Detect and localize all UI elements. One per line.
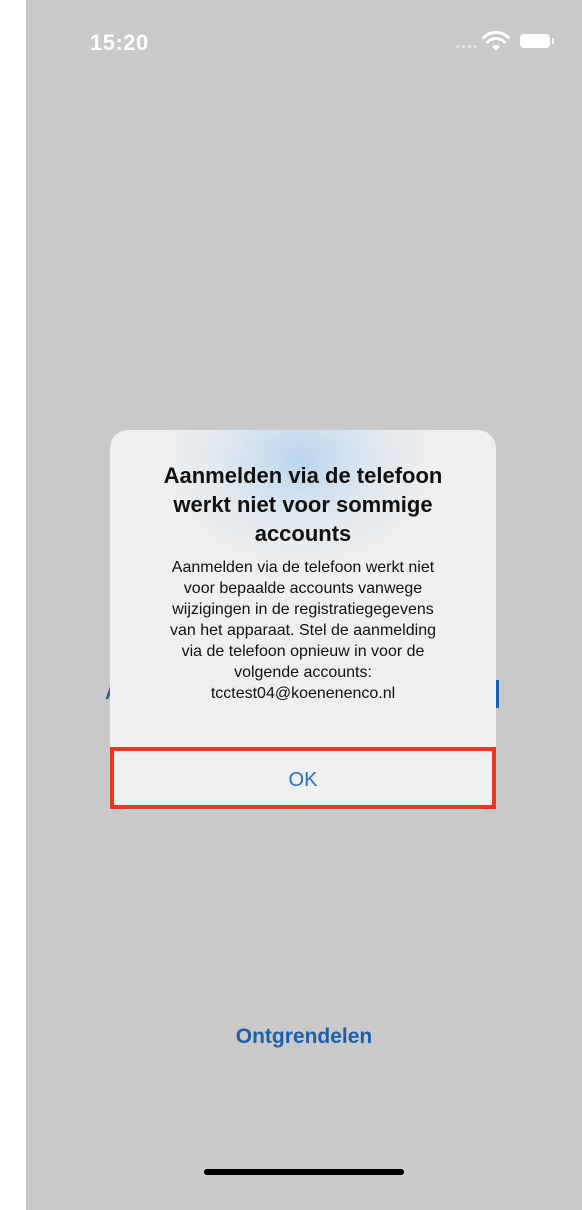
alert-message-line: van het apparaat. Stel de aanmelding (170, 622, 436, 639)
ok-button[interactable]: OK (110, 751, 496, 810)
unlock-link[interactable]: Ontgrendelen (26, 1025, 582, 1049)
alert-title-line: werkt niet voor sommige (173, 492, 433, 517)
battery-icon (520, 34, 554, 48)
alert-message-line: Aanmelden via de telefoon werkt niet (171, 559, 435, 576)
alert-message-line: via de telefoon opnieuw in voor de (181, 643, 425, 660)
status-bar: 15:20 (26, 0, 582, 90)
phone-screen: 15:20 A Ontgrendelen Aanmelden via de te… (26, 0, 582, 1210)
alert-message: Aanmelden via de telefoon werkt niet voo… (132, 557, 474, 704)
alert-dialog: Aanmelden via de telefoon werkt niet voo… (110, 430, 496, 810)
home-indicator[interactable] (204, 1169, 404, 1175)
alert-message-line: volgende accounts: (234, 664, 372, 681)
alert-title-line: Aanmelden via de telefoon (163, 463, 443, 488)
alert-title-line: accounts (254, 521, 352, 546)
alert-title: Aanmelden via de telefoon werkt niet voo… (130, 461, 476, 548)
alert-message-line: wijzigingen in de registratiegegevens (172, 601, 434, 618)
alert-message-line: voor bepaalde accounts vanwege (183, 580, 423, 597)
alert-account-email: tcctest04@koenenenco.nl (210, 685, 396, 702)
status-time: 15:20 (90, 30, 149, 55)
background-partial-edge (496, 680, 499, 708)
cellular-signal-icon (456, 45, 477, 48)
wifi-icon (482, 31, 510, 51)
